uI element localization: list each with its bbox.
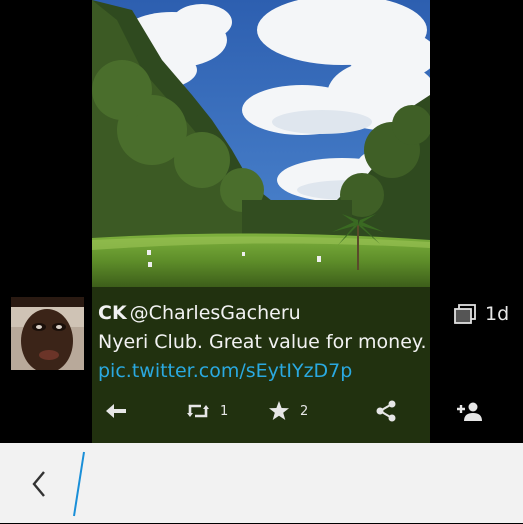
avatar-image bbox=[11, 297, 84, 370]
avatar[interactable] bbox=[11, 297, 84, 370]
tweet-text: Nyeri Club. Great value for money. bbox=[98, 331, 427, 353]
retweet-button[interactable]: 1 bbox=[186, 398, 228, 424]
tweet-header[interactable]: CK @CharlesGacheru bbox=[98, 300, 301, 326]
favorite-count: 2 bbox=[300, 403, 309, 419]
gallery-icon bbox=[454, 304, 476, 324]
chevron-left-icon bbox=[32, 471, 45, 497]
follow-button[interactable] bbox=[455, 398, 483, 424]
reply-button[interactable] bbox=[105, 398, 127, 424]
display-name[interactable]: CK bbox=[98, 302, 127, 324]
reply-arrow-icon bbox=[106, 404, 126, 418]
user-handle[interactable]: @CharlesGacheru bbox=[130, 302, 301, 324]
tweet-timestamp: 1d bbox=[485, 303, 510, 325]
text-cursor bbox=[73, 451, 85, 517]
share-icon bbox=[376, 400, 396, 422]
retweet-icon bbox=[187, 404, 209, 418]
add-person-icon bbox=[457, 402, 482, 421]
share-button[interactable] bbox=[375, 398, 397, 424]
tweet-media-link[interactable]: pic.twitter.com/sEytIYzD7p bbox=[98, 358, 352, 384]
favorite-button[interactable]: 2 bbox=[268, 398, 308, 424]
timestamp-group: 1d bbox=[454, 302, 509, 326]
star-icon bbox=[269, 401, 289, 420]
retweet-count: 1 bbox=[220, 403, 229, 419]
back-button[interactable] bbox=[24, 467, 54, 501]
compose-input[interactable] bbox=[64, 448, 504, 520]
